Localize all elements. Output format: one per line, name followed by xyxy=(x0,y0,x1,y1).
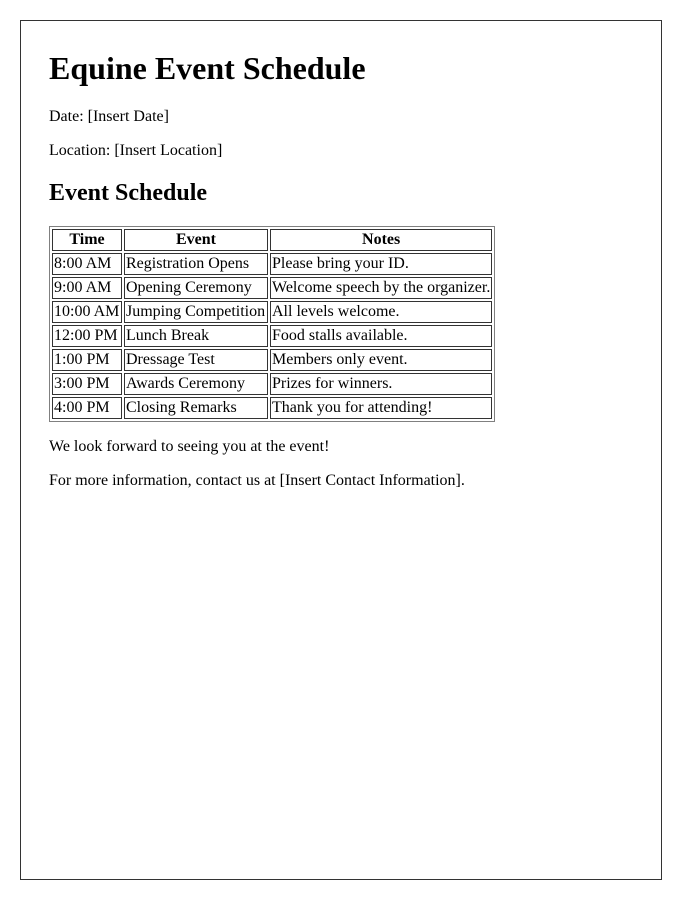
table-row: 10:00 AM Jumping Competition All levels … xyxy=(52,301,493,323)
closing-message: We look forward to seeing you at the eve… xyxy=(49,438,330,455)
cell-time: 3:00 PM xyxy=(52,373,122,395)
table-row: 4:00 PM Closing Remarks Thank you for at… xyxy=(52,397,493,419)
table-row: 8:00 AM Registration Opens Please bring … xyxy=(52,253,493,275)
table-row: 1:00 PM Dressage Test Members only event… xyxy=(52,349,493,371)
cell-notes: All levels welcome. xyxy=(270,301,493,323)
table-row: 3:00 PM Awards Ceremony Prizes for winne… xyxy=(52,373,493,395)
document-page: Equine Event Schedule Date: [Insert Date… xyxy=(20,20,662,880)
contact-message: For more information, contact us at [Ins… xyxy=(49,472,465,489)
cell-event: Jumping Competition xyxy=(124,301,268,323)
cell-notes: Members only event. xyxy=(270,349,493,371)
event-date: Date: [Insert Date] xyxy=(49,108,169,125)
cell-event: Dressage Test xyxy=(124,349,268,371)
cell-notes: Food stalls available. xyxy=(270,325,493,347)
cell-time: 4:00 PM xyxy=(52,397,122,419)
cell-event: Registration Opens xyxy=(124,253,268,275)
cell-event: Opening Ceremony xyxy=(124,277,268,299)
cell-notes: Please bring your ID. xyxy=(270,253,493,275)
cell-time: 8:00 AM xyxy=(52,253,122,275)
document-content: Equine Event Schedule Date: [Insert Date… xyxy=(21,50,661,490)
cell-event: Lunch Break xyxy=(124,325,268,347)
page-title: Equine Event Schedule xyxy=(49,50,366,86)
cell-notes: Prizes for winners. xyxy=(270,373,493,395)
section-heading: Event Schedule xyxy=(49,180,208,206)
cell-time: 10:00 AM xyxy=(52,301,122,323)
table-row: 12:00 PM Lunch Break Food stalls availab… xyxy=(52,325,493,347)
table-row: 9:00 AM Opening Ceremony Welcome speech … xyxy=(52,277,493,299)
column-header-time: Time xyxy=(52,229,122,251)
table-header-row: Time Event Notes xyxy=(52,229,493,251)
cell-notes: Welcome speech by the organizer. xyxy=(270,277,493,299)
cell-event: Closing Remarks xyxy=(124,397,268,419)
cell-time: 9:00 AM xyxy=(52,277,122,299)
schedule-table: Time Event Notes 8:00 AM Registration Op… xyxy=(49,226,496,422)
cell-notes: Thank you for attending! xyxy=(270,397,493,419)
event-location: Location: [Insert Location] xyxy=(49,142,223,159)
column-header-notes: Notes xyxy=(270,229,493,251)
cell-time: 12:00 PM xyxy=(52,325,122,347)
cell-event: Awards Ceremony xyxy=(124,373,268,395)
cell-time: 1:00 PM xyxy=(52,349,122,371)
column-header-event: Event xyxy=(124,229,268,251)
